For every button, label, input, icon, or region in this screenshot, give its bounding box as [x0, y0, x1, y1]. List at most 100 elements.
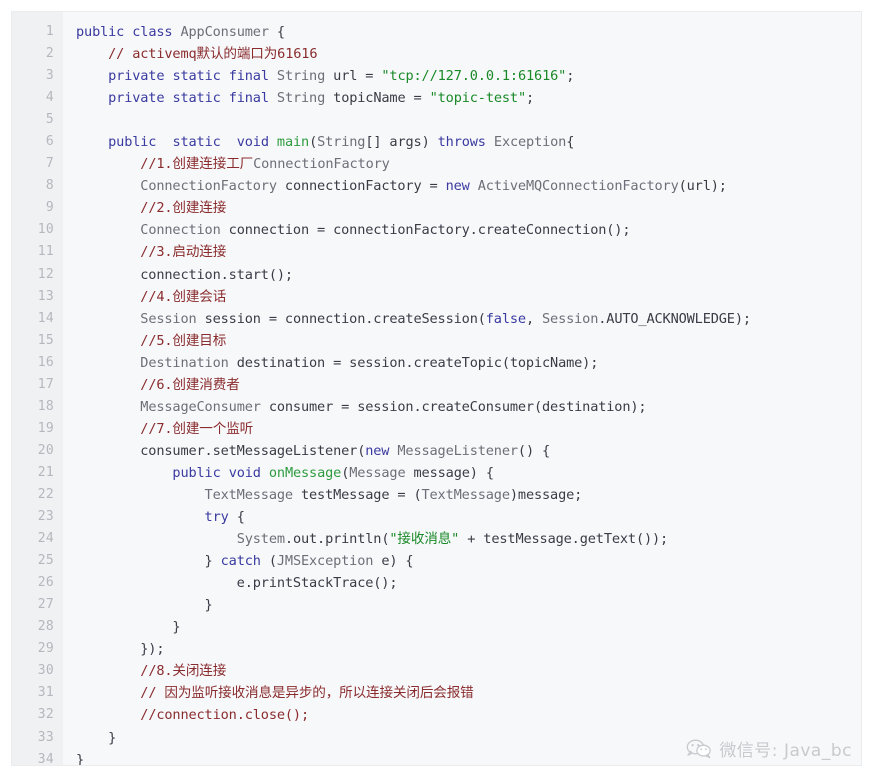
- token-plain: )message;: [509, 486, 583, 503]
- line-content: //connection.close();: [63, 704, 861, 726]
- code-line: 9 //2.创建连接: [12, 197, 861, 219]
- token-plain: url =: [325, 68, 382, 85]
- line-number: 28: [37, 619, 54, 635]
- token-kw: static: [172, 134, 221, 151]
- token-type: Exception: [493, 134, 567, 151]
- token-plain: }: [76, 553, 221, 570]
- token-str: "topic-test": [429, 90, 527, 107]
- token-plain: ;: [566, 68, 575, 85]
- token-cmt: // activemq默认的端口为61616: [108, 46, 318, 63]
- token-type: AppConsumer: [180, 24, 269, 40]
- token-plain: {: [566, 134, 575, 151]
- line-content: //6.创建消费者: [63, 374, 861, 396]
- line-content: // 因为监听接收消息是异步的，所以连接关闭后会报错: [63, 682, 861, 704]
- line-number: 11: [37, 244, 54, 260]
- token-type: String: [276, 90, 326, 107]
- token-plain: (: [309, 134, 318, 151]
- token-type: Connection: [140, 222, 221, 239]
- line-number: 18: [37, 398, 54, 414]
- code-line: 11 //3.启动连接: [12, 241, 861, 263]
- token-plain: + testMessage.getText());: [459, 531, 669, 548]
- line-content: // activemq默认的端口为61616: [63, 43, 861, 65]
- line-number: 12: [37, 266, 54, 282]
- token-kw: static: [172, 90, 221, 107]
- line-content: connection.start();: [63, 264, 861, 286]
- code-line: 12 connection.start();: [12, 264, 861, 286]
- token-type: MessageConsumer: [140, 398, 261, 415]
- token-plain: session = connection.createSession(: [196, 310, 486, 327]
- token-type: MessageListener: [397, 442, 518, 459]
- line-content: MessageConsumer consumer = session.creat…: [63, 396, 861, 418]
- line-number: 19: [37, 420, 54, 436]
- code-line: 29 });: [12, 638, 861, 660]
- code-block: 1 public class AppConsumer {2 // activemq…: [11, 11, 862, 766]
- line-number: 23: [37, 509, 54, 525]
- token-plain: (url);: [678, 178, 727, 195]
- token-type: String: [276, 68, 326, 85]
- line-content: }: [63, 594, 861, 616]
- line-number: 2: [45, 46, 54, 62]
- token-plain: .AUTO_ACKNOWLEDGE);: [598, 310, 751, 327]
- token-type: ConnectionFactory: [253, 156, 390, 173]
- line-number: 29: [37, 641, 54, 657]
- token-type: String: [317, 134, 366, 151]
- line-number: 14: [37, 310, 54, 326]
- code-lines-container: 1 public class AppConsumer {2 // activemq…: [12, 21, 861, 766]
- line-number: 34: [37, 751, 54, 766]
- code-line: 25 } catch (JMSException e) {: [12, 550, 861, 572]
- code-line: 3 private static final String url = "tcp…: [12, 65, 861, 87]
- token-cmt: //3.启动连接: [140, 244, 227, 261]
- token-kw: catch: [220, 553, 261, 570]
- wechat-icon: [686, 739, 712, 759]
- line-content: public class AppConsumer {: [63, 21, 861, 43]
- code-line: 23 try {: [12, 506, 861, 528]
- line-content: private static final String url = "tcp:/…: [63, 65, 861, 87]
- line-number: 5: [45, 112, 54, 128]
- token-plain: connection.start();: [76, 266, 293, 283]
- watermark: 微信号: Java_bc: [686, 736, 852, 761]
- token-type: Session: [140, 310, 197, 327]
- line-content: Connection connection = connectionFactor…: [63, 219, 861, 241]
- line-content: Destination destination = session.create…: [63, 352, 861, 374]
- code-line: 20 consumer.setMessageListener(new Messa…: [12, 440, 861, 462]
- token-kw: throws: [437, 134, 486, 151]
- code-line: 5: [12, 109, 861, 131]
- line-number: 15: [37, 332, 54, 348]
- line-number: 33: [37, 729, 54, 745]
- line-content: });: [63, 638, 861, 660]
- line-number: 20: [37, 442, 54, 458]
- line-content: ConnectionFactory connectionFactory = ne…: [63, 175, 861, 197]
- line-content: //2.创建连接: [63, 197, 861, 219]
- token-cmt: //5.创建目标: [140, 332, 227, 349]
- token-plain: {: [228, 509, 245, 526]
- line-number: 9: [45, 200, 54, 216]
- token-plain: e) {: [373, 553, 414, 570]
- watermark-text: 微信号: Java_bc: [719, 741, 852, 761]
- token-kw: private: [108, 68, 165, 85]
- token-plain: consumer.setMessageListener(: [76, 442, 366, 459]
- token-plain: connectionFactory =: [276, 178, 446, 195]
- line-number: 30: [37, 663, 54, 679]
- token-type: ActiveMQConnectionFactory: [477, 178, 679, 195]
- line-content: //7.创建一个监听: [63, 418, 861, 440]
- line-content: public void onMessage(Message message) {: [63, 462, 861, 484]
- code-line: 26 e.printStackTrace();: [12, 572, 861, 594]
- code-line: 17 //6.创建消费者: [12, 374, 861, 396]
- token-type: JMSException: [276, 553, 374, 570]
- token-plain: }: [76, 597, 213, 614]
- token-plain: e.printStackTrace();: [76, 575, 398, 592]
- line-number: 24: [37, 531, 54, 547]
